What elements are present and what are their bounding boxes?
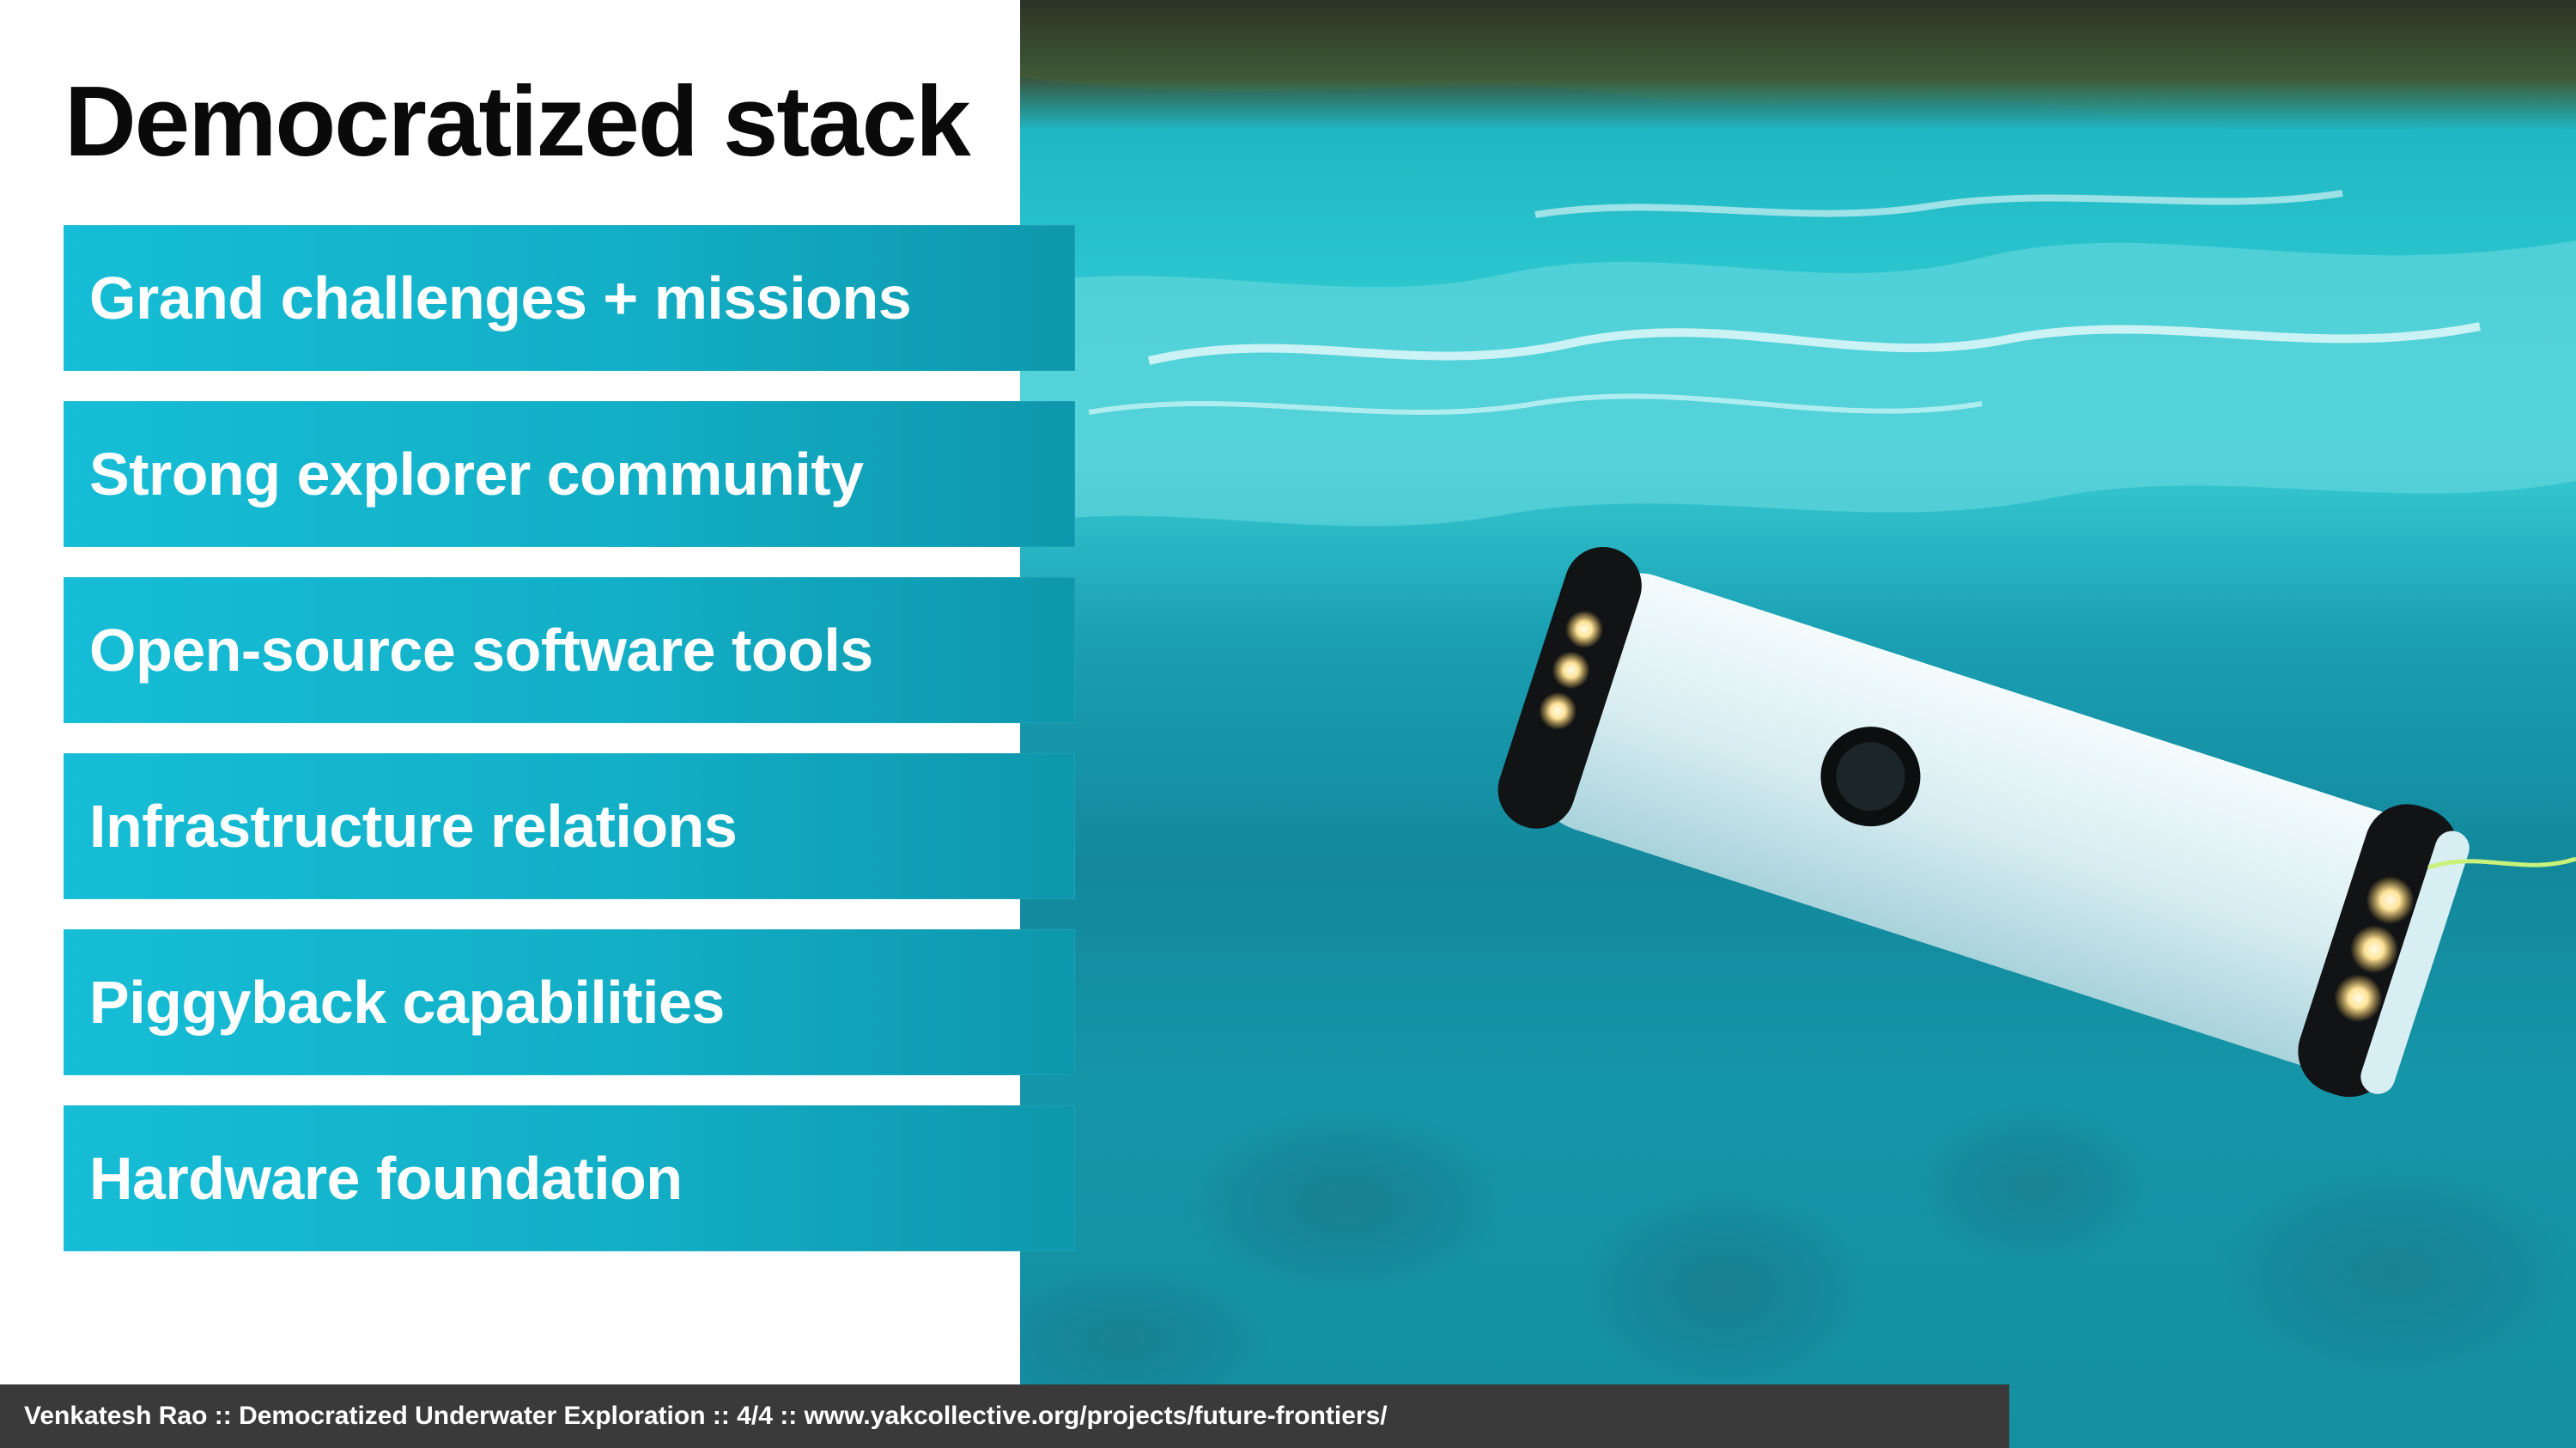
- stack-layer-open-source-tools: Open-source software tools: [64, 577, 1075, 723]
- stack-layer-piggyback-capabilities: Piggyback capabilities: [64, 929, 1075, 1075]
- underwater-drone-photo: [1020, 0, 2576, 1448]
- stack-layer-explorer-community: Strong explorer community: [64, 401, 1075, 547]
- photo-illustration: [1020, 0, 2576, 1417]
- stack-layer-infrastructure-relations: Infrastructure relations: [64, 753, 1075, 899]
- stack-layer-hardware-foundation: Hardware foundation: [64, 1105, 1075, 1251]
- slide-title: Democratized stack: [64, 65, 971, 177]
- stack-layer-label: Grand challenges + missions: [89, 265, 912, 332]
- footer-caption-bar: Venkatesh Rao :: Democratized Underwater…: [0, 1384, 2009, 1448]
- stack-layer-label: Piggyback capabilities: [89, 969, 725, 1036]
- stack-layer-label: Infrastructure relations: [89, 793, 738, 860]
- stack-layer-list: Grand challenges + missions Strong explo…: [64, 225, 1075, 1281]
- stack-layer-grand-challenges: Grand challenges + missions: [64, 225, 1075, 371]
- footer-caption: Venkatesh Rao :: Democratized Underwater…: [24, 1402, 1388, 1430]
- drone-body: [1498, 546, 2470, 1098]
- stack-layer-label: Hardware foundation: [89, 1145, 683, 1212]
- stack-layer-label: Open-source software tools: [89, 617, 873, 684]
- stack-layer-label: Strong explorer community: [89, 441, 864, 508]
